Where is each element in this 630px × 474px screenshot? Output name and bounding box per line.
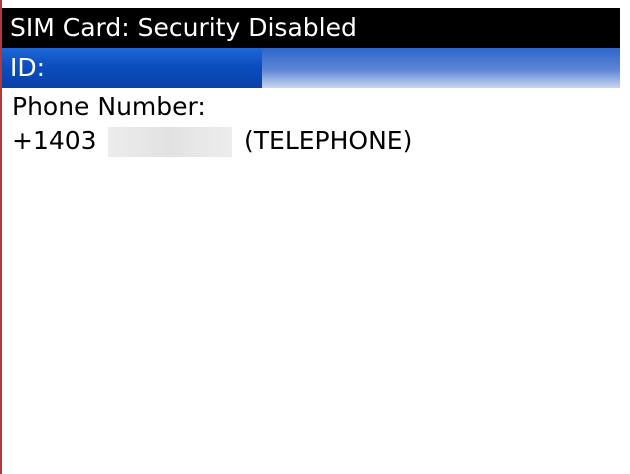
phone-number-prefix: +1403	[12, 126, 97, 155]
id-label: ID:	[10, 53, 46, 82]
phone-number-redacted	[108, 127, 232, 157]
id-value-redacted	[262, 48, 620, 88]
sim-card-screen: SIM Card: Security Disabled ID: Phone Nu…	[0, 0, 630, 474]
phone-number-label: Phone Number:	[12, 92, 206, 121]
phone-number-type: (TELEPHONE)	[244, 126, 413, 155]
page-title: SIM Card: Security Disabled	[2, 8, 620, 48]
